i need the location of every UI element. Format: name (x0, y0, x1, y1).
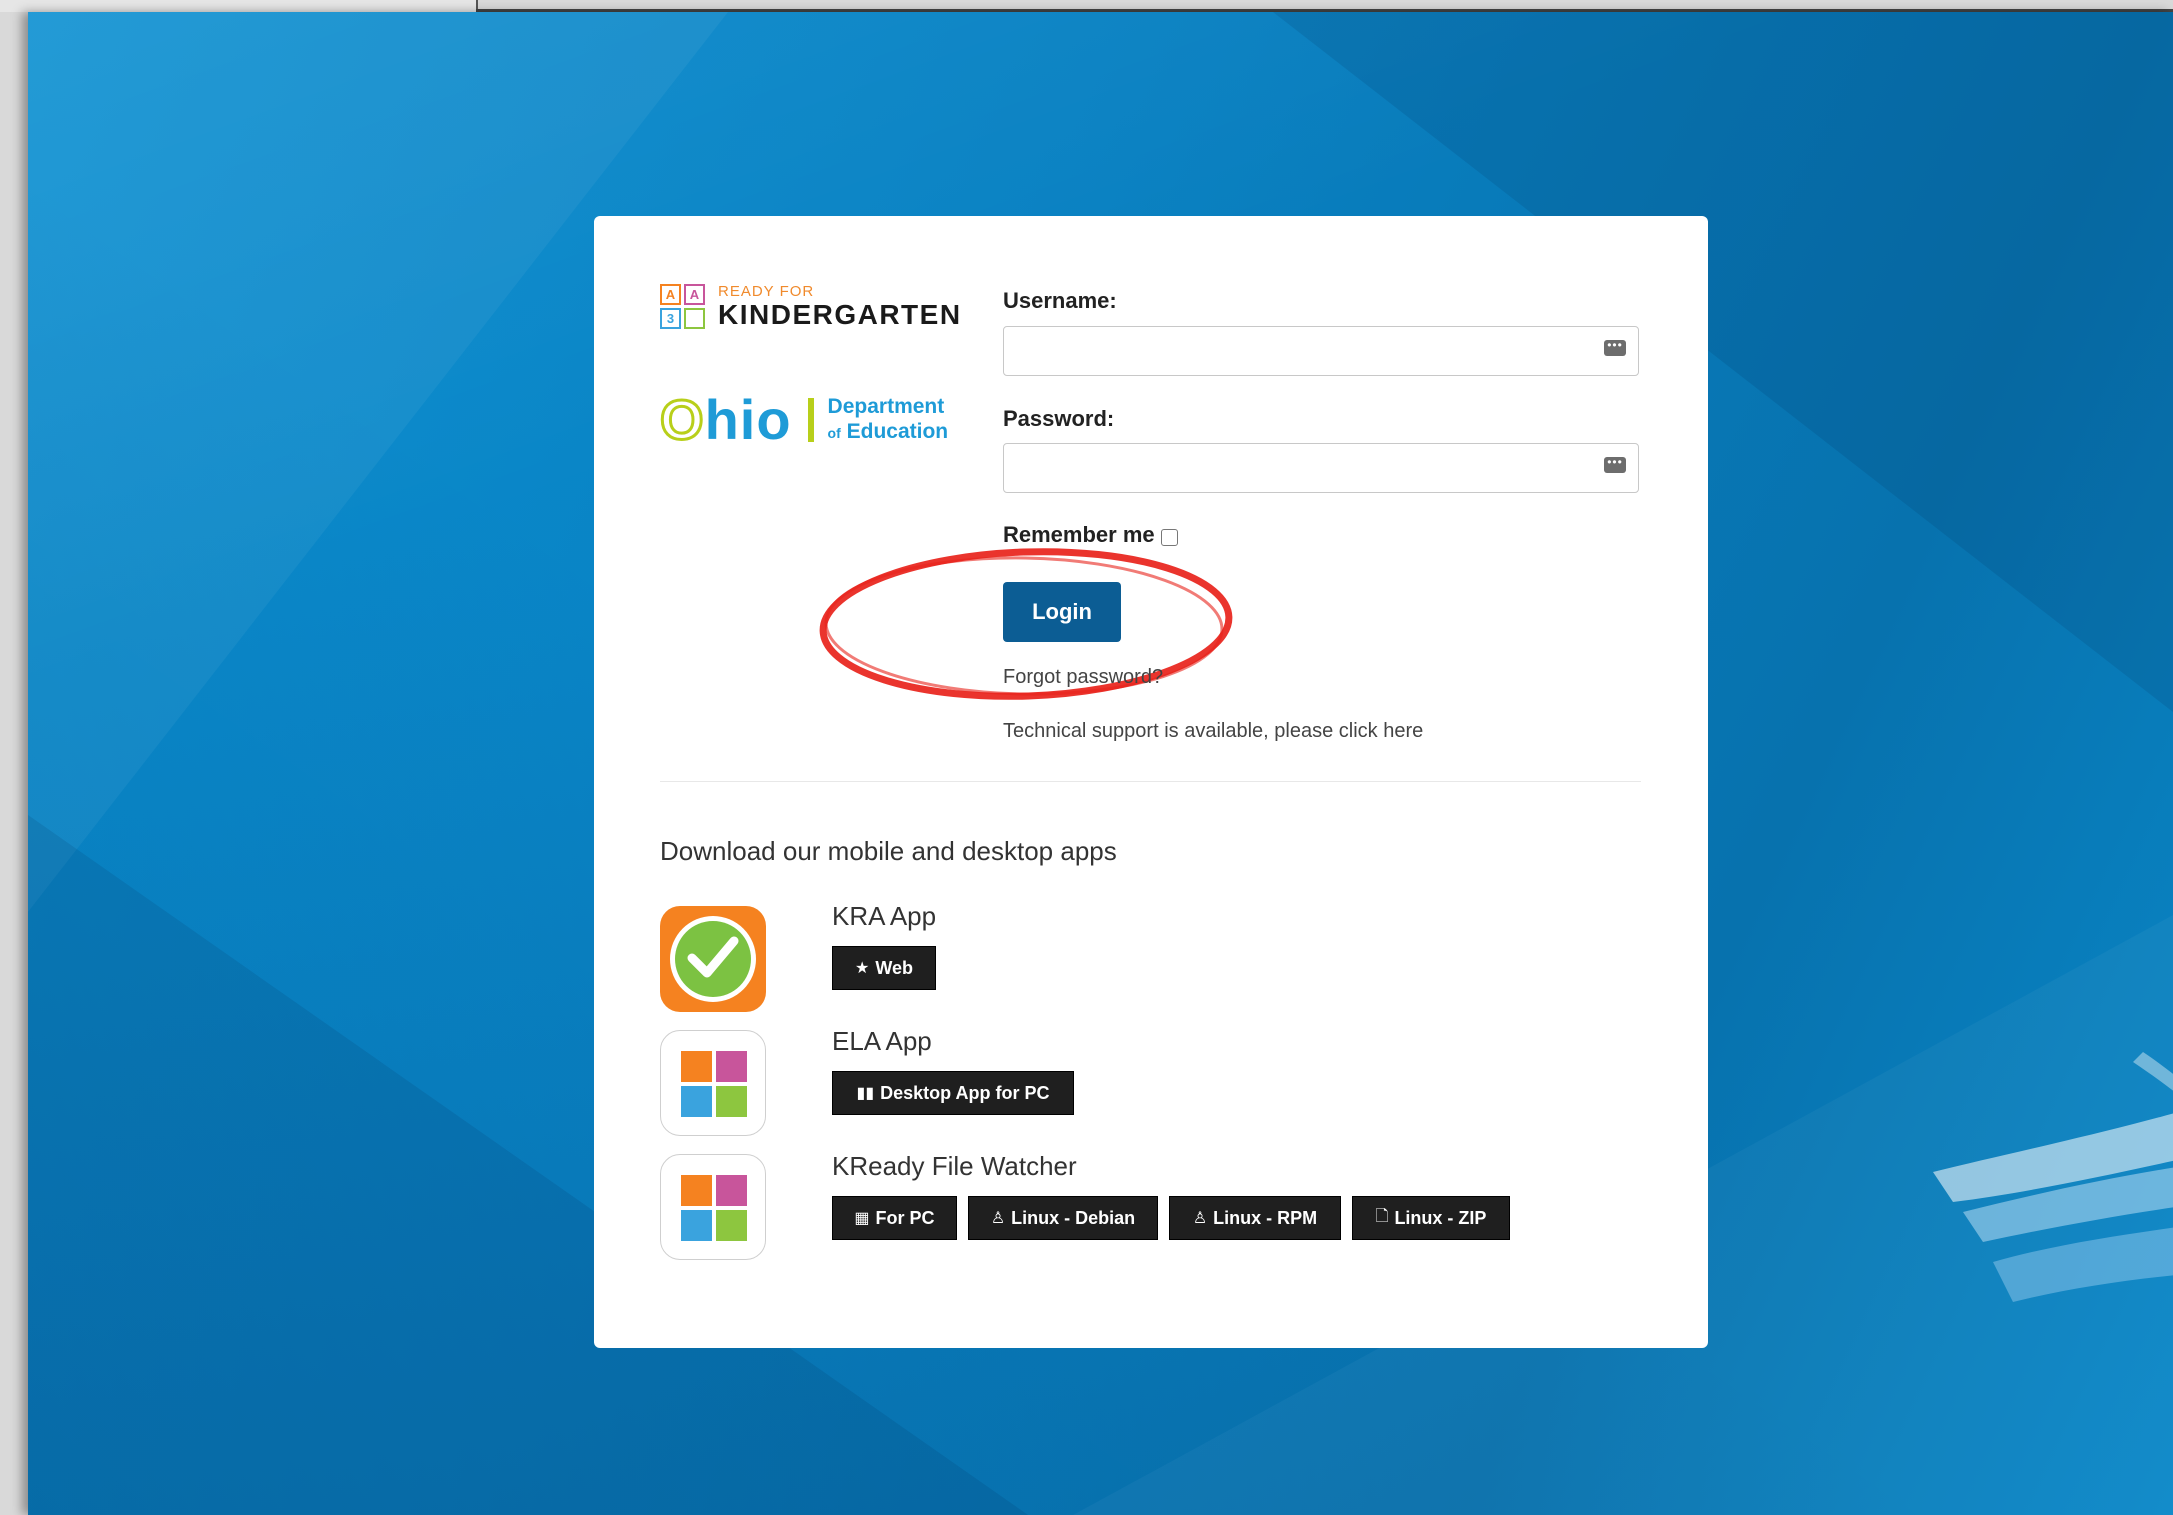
forgot-password-link[interactable]: Forgot password? (1003, 666, 1163, 689)
section-divider (660, 781, 1641, 782)
linux-icon: ♙ (990, 1210, 1006, 1227)
windows-tiles-icon-2 (660, 1154, 766, 1260)
remember-me-label: Remember me (1003, 522, 1155, 547)
password-input[interactable] (1003, 443, 1639, 493)
windows-icon: ▮▮ (856, 1085, 875, 1102)
login-card: A A 3 READY FOR KINDERGARTEN Ohio Depart… (594, 216, 1708, 1348)
desktop-background: A A 3 READY FOR KINDERGARTEN Ohio Depart… (28, 12, 2173, 1515)
remember-me-checkbox[interactable] (1160, 528, 1178, 546)
ela-app-name: ELA App (832, 1026, 932, 1056)
kra-web-button[interactable]: ★ Web (832, 946, 936, 990)
kfw-linux-debian-button[interactable]: ♙ Linux - Debian (968, 1196, 1158, 1240)
star-icon: ★ (854, 960, 870, 977)
ohio-dept-line2: Education (846, 420, 949, 443)
kfw-linux-rpm-button[interactable]: ♙ Linux - RPM (1169, 1196, 1341, 1240)
ready-for-kindergarten-logo: A A 3 READY FOR KINDERGARTEN (660, 284, 962, 330)
block-a2-icon: A (684, 284, 705, 305)
ohio-dept-line1: Department (827, 395, 945, 418)
login-button[interactable]: Login (1003, 582, 1121, 642)
kfw-linux-zip-button[interactable]: 🗋 Linux - ZIP (1352, 1196, 1510, 1240)
logo-big-text: KINDERGARTEN (718, 299, 962, 330)
wallpaper-swirl (1933, 1052, 2173, 1302)
block-square-icon (684, 308, 705, 329)
block-3-icon: 3 (660, 308, 681, 329)
logo-small-text: READY FOR (718, 283, 815, 300)
ohio-wordmark: Ohio (659, 388, 792, 451)
window-chrome-left (0, 0, 478, 12)
alphabet-blocks-icon: A A 3 (660, 284, 706, 330)
windows-icon: ▦ (854, 1210, 870, 1227)
password-manager-icon[interactable]: ••• (1604, 339, 1626, 356)
password-manager-icon-2[interactable]: ••• (1604, 456, 1626, 473)
file-zip-icon: 🗋 (1375, 1207, 1389, 1225)
username-label: Username: (1003, 288, 1117, 313)
ela-desktop-app-button[interactable]: ▮▮ Desktop App for PC (832, 1071, 1074, 1115)
remember-me-row: Remember me (1003, 522, 1178, 548)
checkmark-icon (687, 936, 739, 978)
windows-tiles-icon (660, 1030, 766, 1136)
kra-check-icon (660, 906, 766, 1012)
kready-file-watcher-name: KReady File Watcher (832, 1151, 1077, 1181)
ohio-department-of-education-logo: Ohio Department of Education (659, 388, 949, 451)
download-apps-title: Download our mobile and desktop apps (660, 836, 1117, 866)
username-input[interactable] (1003, 326, 1639, 376)
kfw-for-pc-button[interactable]: ▦ For PC (832, 1196, 957, 1240)
kra-app-name: KRA App (832, 901, 937, 931)
block-a-icon: A (660, 284, 681, 305)
technical-support-link[interactable]: Technical support is available, please c… (1003, 720, 1423, 743)
linux-icon: ♙ (1192, 1210, 1208, 1227)
password-label: Password: (1003, 406, 1115, 431)
